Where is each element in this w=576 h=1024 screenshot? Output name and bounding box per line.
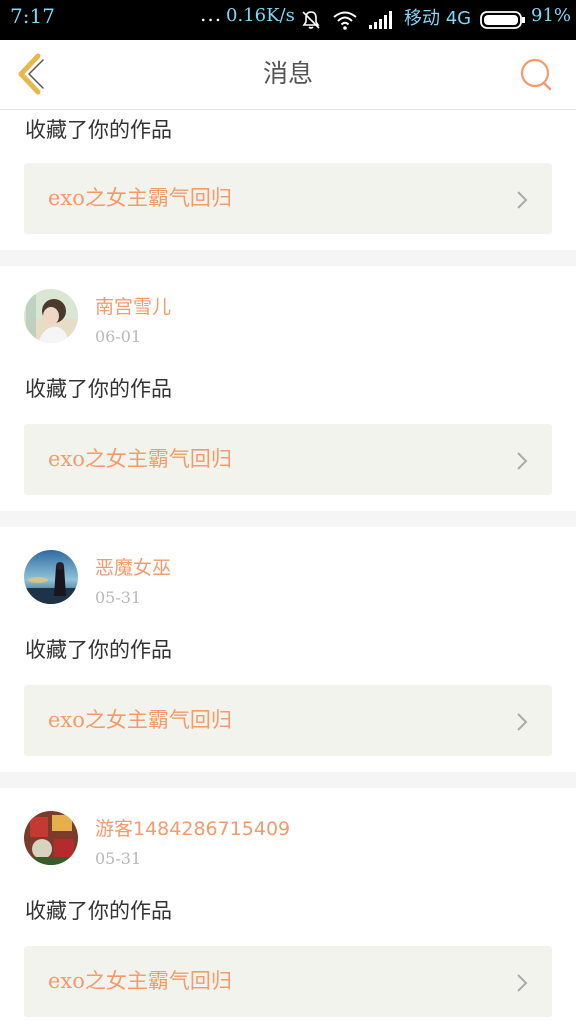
carrier-label: 移动 4G [404, 8, 472, 29]
work-title: exo之女主霸气回归 [48, 969, 232, 993]
mute-icon [300, 9, 322, 35]
chevron-right-icon [516, 973, 528, 997]
wifi-icon [332, 10, 358, 34]
work-card[interactable]: exo之女主霸气回归 [24, 163, 552, 234]
message-date: 05-31 [95, 849, 142, 868]
chevron-right-icon [516, 712, 528, 736]
avatar[interactable] [24, 811, 78, 865]
message-item: 恶魔女巫 05-31 收藏了你的作品 exo之女主霸气回归 [0, 527, 576, 772]
user-name[interactable]: 恶魔女巫 [95, 553, 171, 580]
battery-percent: 91% [531, 5, 572, 26]
status-bar: 7:17 ... 0.16K/s 移动 4G 91% [0, 0, 576, 40]
work-title: exo之女主霸气回归 [48, 708, 232, 732]
chevron-right-icon [516, 451, 528, 475]
message-action: 收藏了你的作品 [25, 638, 172, 662]
network-speed: 0.16K/s [226, 5, 295, 26]
message-item: 收藏了你的作品 exo之女主霸气回归 [0, 110, 576, 250]
separator [0, 250, 576, 266]
work-card[interactable]: exo之女主霸气回归 [24, 946, 552, 1017]
message-action: 收藏了你的作品 [25, 118, 172, 142]
battery-icon [480, 11, 526, 33]
page-title: 消息 [262, 59, 313, 88]
separator [0, 772, 576, 788]
search-icon [520, 58, 552, 91]
search-button[interactable] [516, 54, 556, 94]
nav-bar: 消息 [0, 40, 576, 110]
message-action: 收藏了你的作品 [25, 377, 172, 401]
work-title: exo之女主霸气回归 [48, 447, 232, 471]
avatar[interactable] [24, 289, 78, 343]
status-dots: ... [200, 2, 223, 26]
status-time: 7:17 [10, 4, 55, 28]
work-card[interactable]: exo之女主霸气回归 [24, 685, 552, 756]
message-item: 南宫雪儿 06-01 收藏了你的作品 exo之女主霸气回归 [0, 266, 576, 511]
work-card[interactable]: exo之女主霸气回归 [24, 424, 552, 495]
separator [0, 511, 576, 527]
signal-icon [368, 10, 394, 34]
chevron-right-icon [516, 190, 528, 214]
message-item: 游客1484286715409 05-31 收藏了你的作品 exo之女主霸气回归 [0, 788, 576, 1024]
message-date: 06-01 [95, 327, 142, 346]
user-name[interactable]: 游客1484286715409 [95, 814, 290, 841]
avatar[interactable] [24, 550, 78, 604]
message-date: 05-31 [95, 588, 142, 607]
work-title: exo之女主霸气回归 [48, 186, 232, 210]
message-list[interactable]: 收藏了你的作品 exo之女主霸气回归 南宫雪儿 06-01 收藏了你的作品 ex… [0, 110, 576, 1024]
user-name[interactable]: 南宫雪儿 [95, 292, 171, 319]
message-action: 收藏了你的作品 [25, 899, 172, 923]
